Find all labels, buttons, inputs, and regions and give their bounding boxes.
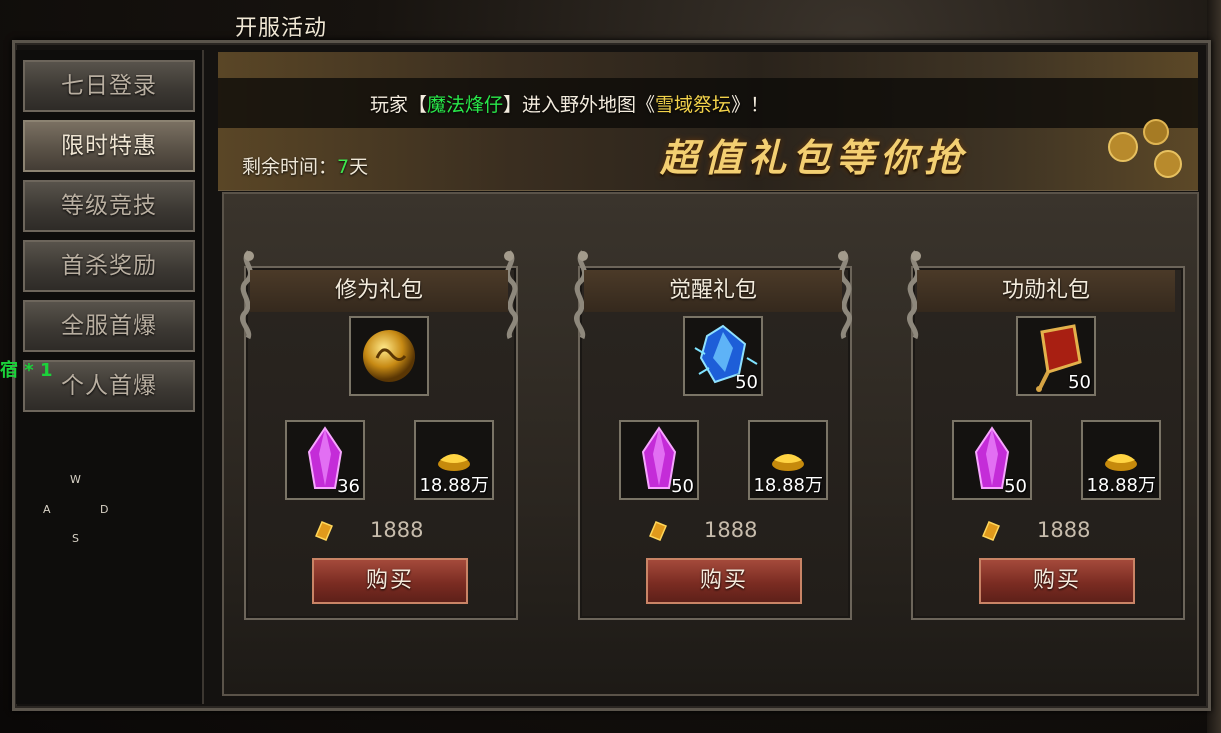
currency-icon [649, 521, 667, 541]
crystal-reward-slot[interactable]: 50 [619, 420, 699, 500]
sidebar-item-server-first-drop[interactable]: 全服首爆 [23, 300, 195, 352]
remaining-time: 剩余时间：7天 [242, 152, 368, 179]
pack-title: 功勋礼包 [917, 270, 1175, 312]
crystal-reward-slot[interactable]: 50 [952, 420, 1032, 500]
coins-decoration [1108, 119, 1182, 178]
sidebar-item-limited-offer[interactable]: 限时特惠 [23, 120, 195, 172]
side-note: 宿 * 1 [0, 360, 53, 381]
pack-card: 功勋礼包 50 50 18.88万 1888 购买 [903, 250, 1189, 620]
crystal-count: 50 [1004, 476, 1027, 497]
broadcast-suffix: 》！ [731, 94, 770, 116]
main-reward-count: 50 [1068, 372, 1091, 393]
buy-button[interactable]: 购买 [312, 558, 468, 604]
gold-reward-slot[interactable]: 18.88万 [748, 420, 828, 500]
crystal-count: 50 [671, 476, 694, 497]
gold-orb-icon [363, 330, 415, 382]
currency-icon [982, 521, 1000, 541]
crystal-count: 36 [337, 476, 360, 497]
pack-price: 1888 [1037, 518, 1091, 542]
remaining-time-unit: 天 [349, 156, 369, 178]
gold-count: 18.88万 [753, 475, 823, 496]
pack-title: 觉醒礼包 [584, 270, 842, 312]
main-reward-slot[interactable] [349, 316, 429, 396]
gold-reward-slot[interactable]: 18.88万 [1081, 420, 1161, 500]
broadcast-mid: 】进入野外地图《 [503, 94, 656, 116]
promo-slogan: 超值礼包等你抢 [660, 135, 969, 180]
key-w-label: W [70, 473, 81, 486]
remaining-time-value: 7 [337, 156, 350, 178]
gold-count: 18.88万 [419, 475, 489, 496]
key-s-label: S [72, 532, 79, 545]
main-reward-slot[interactable]: 50 [683, 316, 763, 396]
pack-price: 1888 [370, 518, 424, 542]
sidebar-item-seven-day-login[interactable]: 七日登录 [23, 60, 195, 112]
broadcast-message: 玩家【魔法烽仔】进入野外地图《雪域祭坛》！ [370, 90, 769, 117]
broadcast-map-name[interactable]: 雪域祭坛 [655, 94, 731, 116]
sidebar-item-level-competition[interactable]: 等级竞技 [23, 180, 195, 232]
currency-icon [315, 521, 333, 541]
pack-title: 修为礼包 [250, 270, 508, 312]
buy-button[interactable]: 购买 [646, 558, 802, 604]
buy-button[interactable]: 购买 [979, 558, 1135, 604]
sidebar-item-first-kill-reward[interactable]: 首杀奖励 [23, 240, 195, 292]
pack-card: 觉醒礼包 50 50 18.88万 1888 购买 [570, 250, 856, 620]
pack-price: 1888 [704, 518, 758, 542]
window-title: 开服活动 [235, 16, 328, 41]
gold-count: 18.88万 [1086, 475, 1156, 496]
remaining-time-label: 剩余时间： [242, 156, 338, 178]
key-a-label: A [43, 503, 51, 516]
broadcast-prefix: 玩家【 [370, 94, 428, 116]
pack-card: 修为礼包 36 18.88万 1888 购买 [236, 250, 522, 620]
broadcast-player-name[interactable]: 魔法烽仔 [427, 94, 503, 116]
key-d-label: D [100, 503, 109, 516]
gold-reward-slot[interactable]: 18.88万 [414, 420, 494, 500]
main-reward-count: 50 [735, 372, 758, 393]
main-reward-slot[interactable]: 50 [1016, 316, 1096, 396]
crystal-reward-slot[interactable]: 36 [285, 420, 365, 500]
